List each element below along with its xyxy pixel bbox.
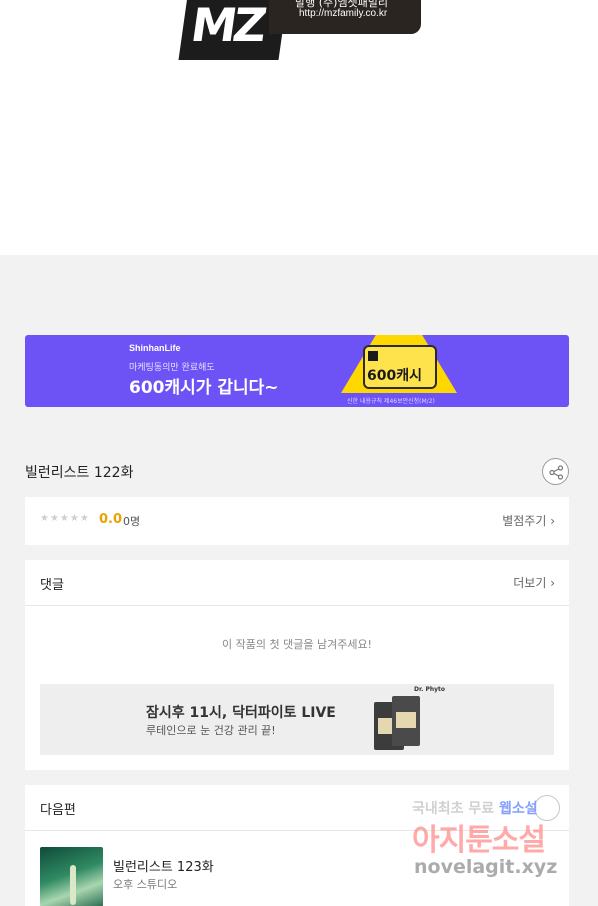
rating-card: ★★★★★ 0.0 0명 별점주기 › xyxy=(25,497,569,545)
banner-fine-print: 신한 내용규칙 제46보안신청(M/2) xyxy=(347,398,435,405)
comments-header: 댓글 더보기 › xyxy=(25,560,569,606)
comments-card: 댓글 더보기 › 이 작품의 첫 댓글을 남겨주세요! 잠시후 11시, 닥터파… xyxy=(25,560,569,770)
banner-subtext: 마케팅동의만 완료해도 xyxy=(129,363,215,373)
banner-cash-amount: 600캐시 xyxy=(367,368,422,384)
share-icon xyxy=(549,465,564,480)
publisher-url: http://mzfamily.co.kr xyxy=(299,8,388,19)
next-episode-author: 오후 스튜디오 xyxy=(113,878,178,891)
next-episode-title[interactable]: 빌런리스트 123화 xyxy=(113,856,214,875)
share-button[interactable] xyxy=(542,458,569,485)
ad-brand: Dr. Phyto xyxy=(414,686,446,693)
ad-banner-shinhan[interactable]: ShinhanLife 마케팅동의만 완료해도 600캐시가 갑니다~ 600캐… xyxy=(25,335,569,407)
ad-title: 잠시후 11시, 닥터파이토 LIVE xyxy=(146,705,336,721)
episode-title: 빌런리스트 122화 xyxy=(25,465,134,481)
rating-score: 0.0 xyxy=(99,512,123,527)
rating-voters: 0명 xyxy=(123,515,141,528)
product-box-image xyxy=(392,696,420,746)
mz-logo-text: MZ xyxy=(187,0,267,52)
watermark-url: novelagit.xyz xyxy=(414,856,558,878)
rating-stars: ★★★★★ xyxy=(40,513,90,524)
site-watermark: 국내최초 무료 웹소설 아지툰소설 novelagit.xyz xyxy=(412,798,582,890)
next-episode-thumbnail[interactable] xyxy=(40,847,103,906)
next-episode-label: 다음편 xyxy=(40,803,76,818)
ad-banner-drphyto[interactable]: 잠시후 11시, 닥터파이토 LIVE 루테인으로 눈 건강 관리 끝! Dr.… xyxy=(40,684,554,755)
comments-label: 댓글 xyxy=(40,578,64,593)
comments-more-link[interactable]: 더보기 › xyxy=(513,574,555,591)
comments-empty-message: 이 작품의 첫 댓글을 남겨주세요! xyxy=(222,638,372,651)
top-content-area: MZ 발행 (주)엠젯패밀리 http://mzfamily.co.kr xyxy=(0,0,598,255)
episode-title-row: 빌런리스트 122화 xyxy=(25,458,569,485)
ad-subtitle: 루테인으로 눈 건강 관리 끝! xyxy=(146,724,276,737)
banner-brand: ShinhanLife xyxy=(129,343,181,353)
publisher-logo: MZ 발행 (주)엠젯패밀리 http://mzfamily.co.kr xyxy=(178,0,423,62)
rate-button[interactable]: 별점주기 › xyxy=(502,512,555,529)
watermark-brand: 아지툰소설 xyxy=(412,823,546,858)
banner-headline: 600캐시가 갑니다~ xyxy=(129,378,279,398)
flag-icon xyxy=(368,351,378,361)
